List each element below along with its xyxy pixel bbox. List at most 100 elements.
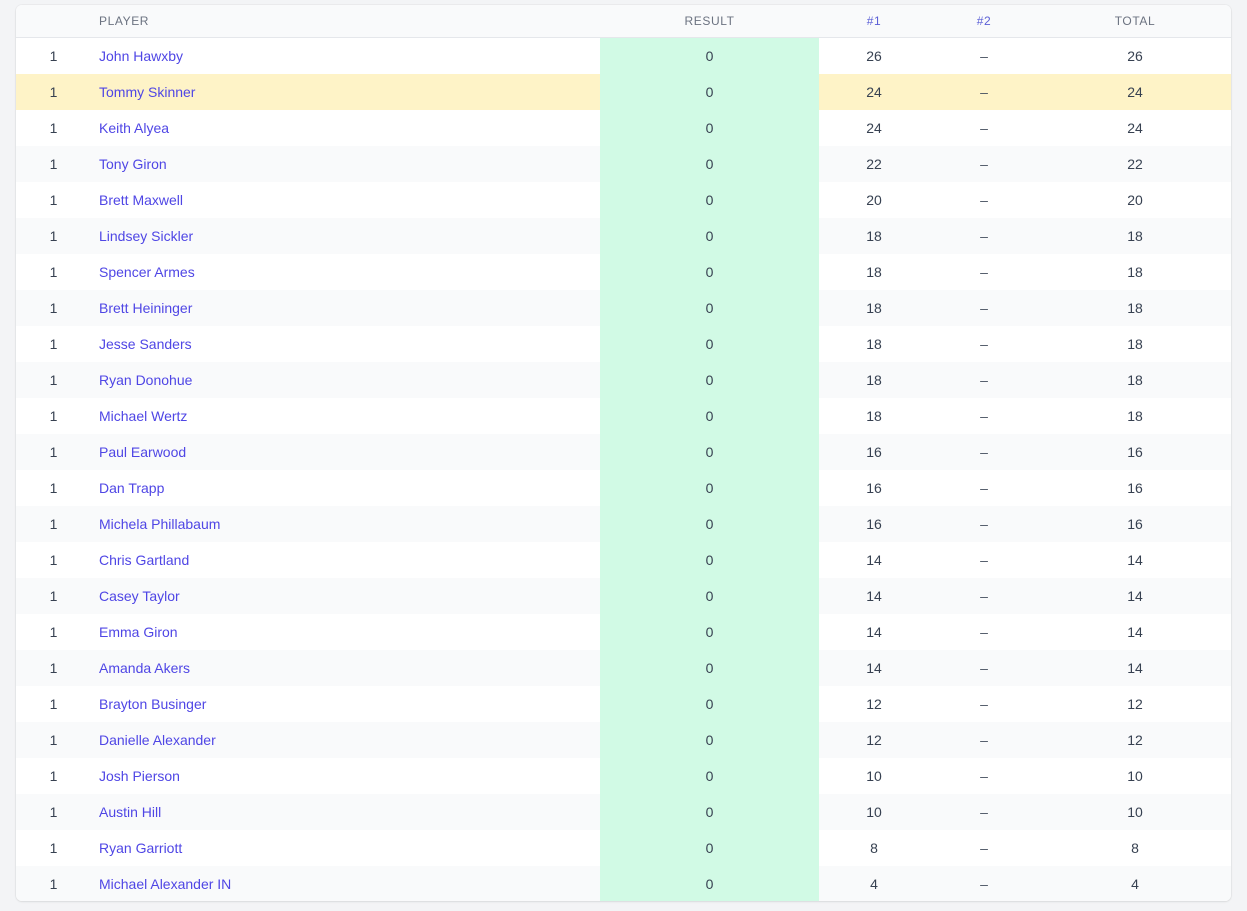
player-link[interactable]: Josh Pierson [91,758,600,794]
total-score-cell: 18 [1039,218,1231,254]
player-link[interactable]: Dan Trapp [91,470,600,506]
table-row[interactable]: 1 Michela Phillabaum 0 16–16 [16,506,1231,542]
player-link[interactable]: John Hawxby [91,38,600,75]
total-score-cell: 14 [1039,650,1231,686]
position-cell: 1 [16,218,91,254]
table-row[interactable]: 1 Ryan Garriott 0 8 – 8 [16,830,1231,866]
player-link[interactable]: Tommy Skinner [91,74,600,110]
round-1-column-header[interactable]: #1 [819,5,929,38]
position-cell: 1 [16,434,91,470]
table-row[interactable]: 1 John Hawxby 0 26 – 26 [16,37,1231,75]
round-1-score-cell: 16 [866,480,882,496]
result-cell: 0 [600,146,819,182]
player-link[interactable]: Michela Phillabaum [91,506,600,542]
result-cell: 0 [600,326,819,362]
table-row[interactable]: 1 Danielle Alexander 0 12–12 [16,722,1231,758]
player-link[interactable]: Emma Giron [91,614,600,650]
total-score-cell: 18 [1039,290,1231,326]
table-row[interactable]: 1 Amanda Akers 0 14–14 [16,650,1231,686]
round-2-score-cell: – [929,506,1039,542]
round-1-score-cell: 14 [866,552,882,568]
player-link[interactable]: Austin Hill [91,794,600,830]
player-link[interactable]: Ryan Garriott [91,830,600,866]
table-row[interactable]: 1 Lindsey Sickler 0 18–18 [16,218,1231,254]
total-score-cell: 10 [1039,794,1231,830]
player-link[interactable]: Casey Taylor [91,578,600,614]
total-column-header[interactable]: TOTAL [1039,5,1231,38]
result-cell: 0 [600,686,819,722]
leaderboard-table: PLAYER RESULT #1 #2 TOTAL 1 John Hawxby 0 2… [16,5,1231,901]
table-row[interactable]: 1 Tommy Skinner 0 24–24 [16,74,1231,110]
position-cell: 1 [16,866,91,901]
player-link[interactable]: Jesse Sanders [91,326,600,362]
table-row[interactable]: 1 Austin Hill 0 10–10 [16,794,1231,830]
round-2-score-cell: – [980,768,988,784]
player-link[interactable]: Brayton Businger [91,686,600,722]
round-2-column-header[interactable]: #2 [929,5,1039,38]
table-row[interactable]: 1 Paul Earwood 0 16–16 [16,434,1231,470]
player-column-header[interactable]: PLAYER [91,5,600,38]
round-2-score-cell: – [980,696,988,712]
position-cell: 1 [16,362,91,398]
table-row[interactable]: 1 Brayton Businger 0 12 – 12 [16,686,1231,722]
result-column-header[interactable]: RESULT [600,5,819,38]
table-row[interactable]: 1 Chris Gartland 0 14 – 14 [16,542,1231,578]
player-link[interactable]: Spencer Armes [91,254,600,290]
position-cell: 1 [49,120,58,136]
round-1-score-cell: 18 [819,362,929,398]
player-link[interactable]: Paul Earwood [91,434,600,470]
result-cell: 0 [600,398,819,434]
result-cell: 0 [600,866,819,901]
table-row[interactable]: 1 Casey Taylor 0 14–14 [16,578,1231,614]
total-score-cell: 10 [1127,768,1143,784]
round-1-score-cell: 16 [819,506,929,542]
player-link[interactable]: Danielle Alexander [91,722,600,758]
round-1-score-cell: 22 [819,146,929,182]
player-link[interactable]: Ryan Donohue [91,362,600,398]
player-link[interactable]: Amanda Akers [91,650,600,686]
player-link[interactable]: Tony Giron [91,146,600,182]
round-1-score-cell: 20 [866,192,882,208]
table-row[interactable]: 1 Michael Wertz 0 18 – 18 [16,398,1231,434]
result-cell: 0 [600,182,819,218]
round-2-score-cell: – [929,722,1039,758]
table-row[interactable]: 1 Keith Alyea 0 24 – 24 [16,110,1231,146]
player-link[interactable]: Brett Maxwell [91,182,600,218]
round-2-score-cell: – [980,624,988,640]
table-row[interactable]: 1 Brett Heininger 0 18–18 [16,290,1231,326]
table-row[interactable]: 1 Ryan Donohue 0 18–18 [16,362,1231,398]
table-row[interactable]: 1 Emma Giron 0 14 – 14 [16,614,1231,650]
result-cell: 0 [600,722,819,758]
player-link[interactable]: Keith Alyea [91,110,600,146]
result-cell: 0 [600,542,819,578]
round-1-score-cell: 8 [870,840,878,856]
position-cell: 1 [49,264,58,280]
total-score-cell: 12 [1039,722,1231,758]
table-row[interactable]: 1 Jesse Sanders 0 18 – 18 [16,326,1231,362]
round-1-score-cell: 12 [819,722,929,758]
table-row[interactable]: 1 Brett Maxwell 0 20 – 20 [16,182,1231,218]
result-cell: 0 [600,362,819,398]
total-score-cell: 14 [1127,624,1143,640]
table-row[interactable]: 1 Michael Alexander IN 0 4–4 [16,866,1231,901]
player-link[interactable]: Michael Wertz [91,398,600,434]
table-body: 1 John Hawxby 0 26–26 1 Tommy Skinner 0 24–24 1 K… [16,37,1231,901]
round-1-score-cell: 24 [819,74,929,110]
round-2-score-cell: – [929,434,1039,470]
table-row[interactable]: 1 Spencer Armes 0 18 – 18 [16,254,1231,290]
position-cell: 1 [16,74,91,110]
table-row[interactable]: 1 Josh Pierson 0 10 – 10 [16,758,1231,794]
position-cell: 1 [49,480,58,496]
round-1-score-cell: 14 [866,624,882,640]
player-link[interactable]: Chris Gartland [91,542,600,578]
table-row[interactable]: 1 Dan Trapp 0 16 – 16 [16,470,1231,506]
player-link[interactable]: Michael Alexander IN [91,866,600,901]
round-1-score-cell: 12 [866,696,882,712]
player-link[interactable]: Brett Heininger [91,290,600,326]
table-row[interactable]: 1 Tony Giron 0 22–22 [16,146,1231,182]
round-2-score-cell: – [929,866,1039,901]
round-2-score-cell: – [980,120,988,136]
result-cell: 0 [600,794,819,830]
player-link[interactable]: Lindsey Sickler [91,218,600,254]
round-2-score-cell: – [929,362,1039,398]
